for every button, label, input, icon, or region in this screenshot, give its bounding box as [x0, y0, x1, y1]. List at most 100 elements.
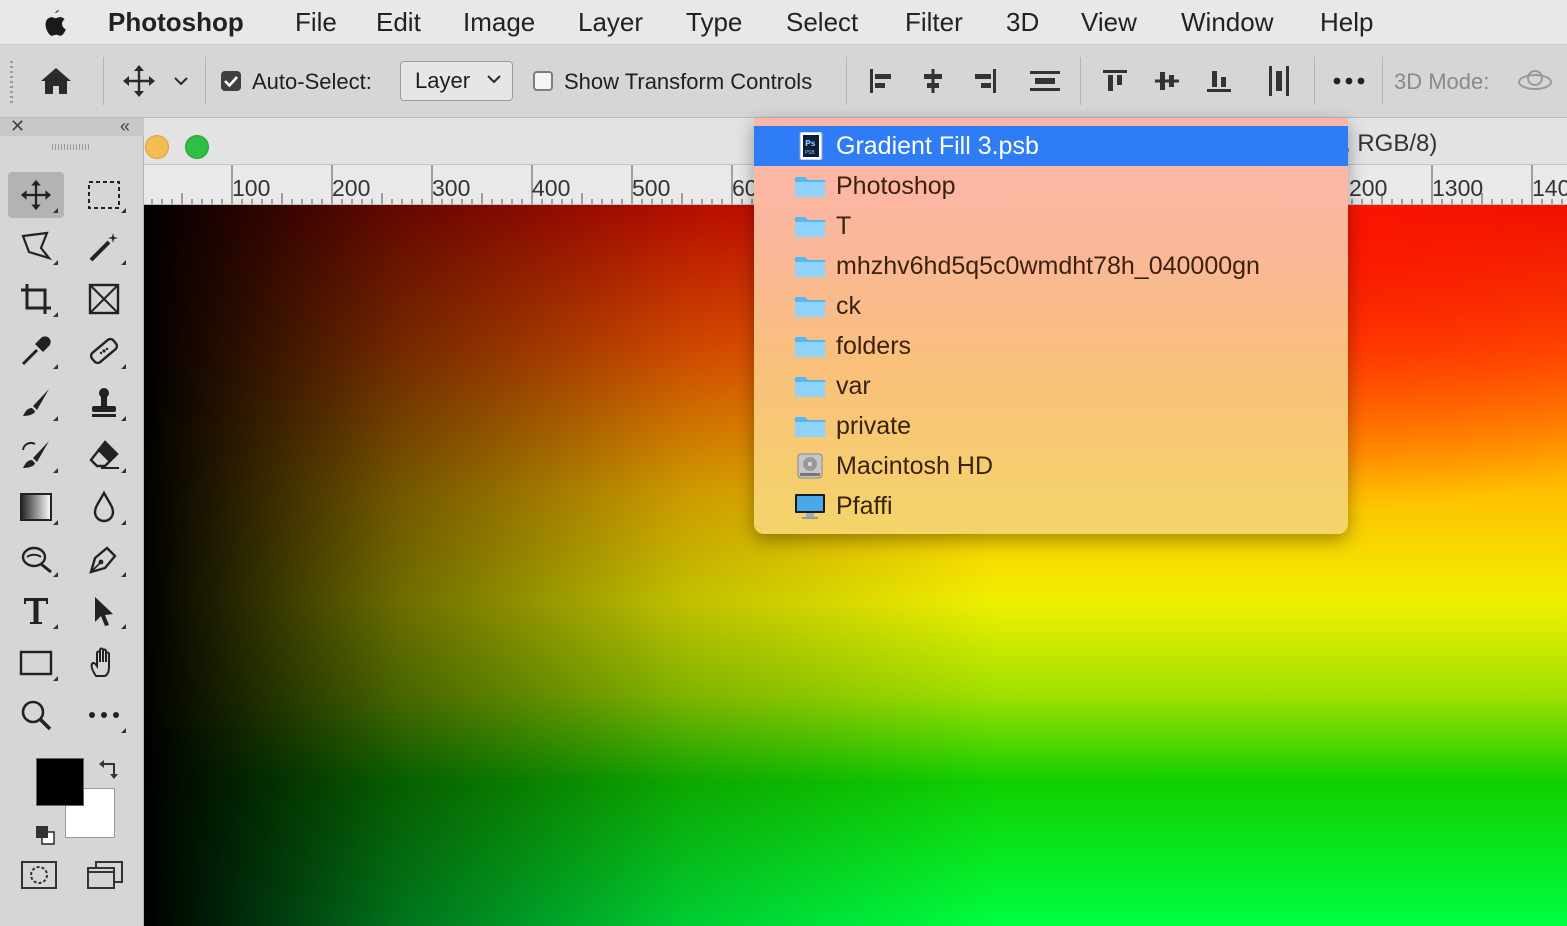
psb-file-icon: Ps PSB	[794, 131, 826, 161]
path-popup-item[interactable]: folders	[754, 326, 1348, 366]
move-tool[interactable]	[8, 172, 64, 218]
dodge-tool[interactable]	[8, 536, 64, 582]
menu-3d[interactable]: 3D	[1006, 0, 1039, 45]
ruler-label: 200	[1349, 175, 1388, 201]
crop-tool[interactable]	[8, 276, 64, 322]
foreground-color-swatch[interactable]	[36, 758, 84, 806]
healing-brush-tool[interactable]	[76, 328, 132, 374]
pen-icon	[89, 546, 117, 574]
chevron-down-icon[interactable]	[170, 59, 192, 103]
ruler-label: 200	[332, 175, 371, 201]
folder-icon	[794, 252, 826, 280]
computer-icon	[794, 492, 826, 520]
path-popup-item[interactable]: Ps PSB Gradient Fill 3.psb	[754, 126, 1348, 166]
path-popup-item[interactable]: mhzhv6hd5q5c0wmdht78h_040000gn	[754, 246, 1348, 286]
quick-mask-icon[interactable]	[20, 860, 58, 895]
screen-mode-icon[interactable]	[86, 860, 124, 895]
rectangular-marquee-icon	[88, 181, 120, 209]
zoom-tool[interactable]	[8, 692, 64, 738]
gradient-tool[interactable]	[8, 484, 64, 530]
tools-panel: ✕ «	[0, 116, 144, 926]
magic-wand-tool[interactable]	[76, 224, 132, 270]
menu-layer[interactable]: Layer	[578, 0, 643, 45]
marquee-tool[interactable]	[76, 172, 132, 218]
path-popup-item[interactable]: ck	[754, 286, 1348, 326]
menu-select[interactable]: Select	[786, 0, 858, 45]
path-popup-item[interactable]: private	[754, 406, 1348, 446]
lasso-tool[interactable]	[8, 224, 64, 270]
folder-icon	[794, 212, 826, 240]
menu-type[interactable]: Type	[686, 0, 742, 45]
hand-icon	[90, 647, 110, 677]
auto-select-checkbox[interactable]	[221, 71, 241, 91]
align-horizontal-centers-icon[interactable]	[914, 59, 952, 103]
menu-app-name[interactable]: Photoshop	[108, 0, 244, 45]
gradient-icon	[20, 493, 52, 521]
3d-mode-label: 3D Mode:	[1394, 69, 1490, 94]
align-bottom-edges-icon[interactable]	[1200, 59, 1238, 103]
move-tool-preset-icon[interactable]	[116, 59, 162, 103]
close-icon[interactable]: ✕	[10, 117, 25, 135]
options-bar-grip[interactable]	[10, 61, 13, 103]
collapse-icon[interactable]: «	[120, 116, 130, 137]
path-popup-item-label: Macintosh HD	[836, 452, 993, 480]
clone-stamp-tool[interactable]	[76, 380, 132, 426]
frame-tool[interactable]	[76, 276, 132, 322]
rectangle-tool[interactable]	[8, 640, 64, 686]
path-popup-item[interactable]: var	[754, 366, 1348, 406]
menu-filter[interactable]: Filter	[905, 0, 963, 45]
ruler-label: 400	[532, 175, 571, 201]
more-options-icon[interactable]	[1328, 59, 1370, 103]
type-tool[interactable]	[8, 588, 64, 634]
align-right-edges-icon[interactable]	[966, 59, 1004, 103]
menu-image[interactable]: Image	[463, 0, 535, 45]
path-popup-item-label: ck	[836, 292, 861, 320]
separator	[1080, 57, 1081, 105]
type-icon	[24, 598, 48, 624]
brush-tool[interactable]	[8, 380, 64, 426]
hard-drive-icon	[794, 452, 826, 480]
path-popup-item-label: Pfaffi	[836, 492, 893, 520]
ruler-label: 300	[432, 175, 471, 201]
menu-help[interactable]: Help	[1320, 0, 1373, 45]
menu-edit[interactable]: Edit	[376, 0, 421, 45]
menu-view[interactable]: View	[1081, 0, 1137, 45]
apple-icon[interactable]	[38, 8, 72, 38]
pen-tool[interactable]	[76, 536, 132, 582]
auto-select-label: Auto-Select:	[252, 69, 372, 94]
folder-icon	[794, 372, 826, 400]
path-popup-item[interactable]: T	[754, 206, 1348, 246]
align-top-edges-icon[interactable]	[1096, 59, 1134, 103]
align-left-edges-icon[interactable]	[862, 59, 900, 103]
menu-file[interactable]: File	[295, 0, 337, 45]
home-icon[interactable]	[34, 59, 78, 103]
folder-icon	[794, 292, 826, 320]
default-colors-icon[interactable]	[34, 824, 56, 851]
auto-select-target-dropdown[interactable]: Layer	[400, 61, 513, 101]
path-popup-item[interactable]: Pfaffi	[754, 486, 1348, 526]
path-popup-item-label: T	[836, 212, 852, 240]
align-vertical-centers-icon[interactable]	[1148, 59, 1186, 103]
chevron-down-icon	[487, 75, 501, 84]
menu-window[interactable]: Window	[1181, 0, 1273, 45]
frame-icon	[88, 283, 120, 315]
tools-panel-grip[interactable]	[52, 144, 90, 150]
minimize-button[interactable]	[145, 135, 169, 159]
distribute-vertical-icon[interactable]	[1024, 59, 1066, 103]
blur-tool[interactable]	[76, 484, 132, 530]
eraser-tool[interactable]	[76, 432, 132, 478]
history-brush-tool[interactable]	[8, 432, 64, 478]
eyedropper-tool[interactable]	[8, 328, 64, 374]
swap-colors-icon[interactable]	[98, 758, 120, 785]
dodge-icon	[21, 546, 52, 574]
edit-toolbar-button[interactable]	[76, 692, 132, 738]
zoom-button[interactable]	[185, 135, 209, 159]
ruler-label: 500	[632, 175, 671, 201]
hand-tool[interactable]	[76, 640, 132, 686]
path-popup-item[interactable]: Photoshop	[754, 166, 1348, 206]
show-transform-controls-checkbox[interactable]	[533, 71, 553, 91]
separator	[846, 57, 847, 105]
path-selection-tool[interactable]	[76, 588, 132, 634]
path-popup-item[interactable]: Macintosh HD	[754, 446, 1348, 486]
distribute-horizontal-icon[interactable]	[1258, 59, 1300, 103]
